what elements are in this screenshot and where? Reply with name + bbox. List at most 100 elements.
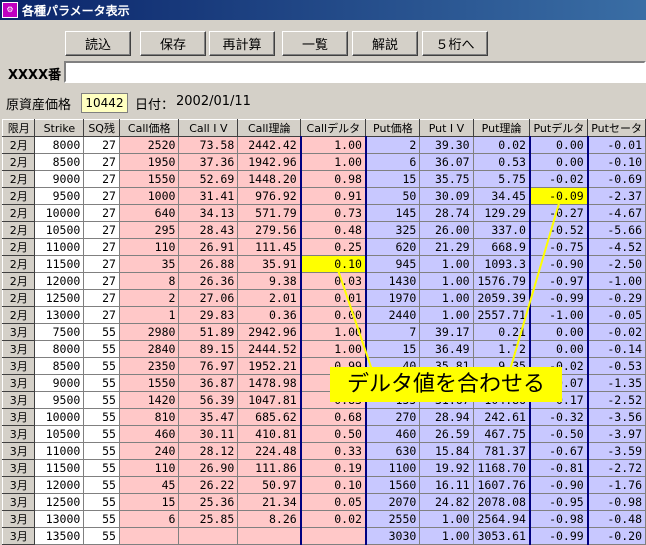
table-cell[interactable]: 1560 xyxy=(365,476,421,494)
table-cell[interactable]: 15 xyxy=(365,340,421,358)
table-cell[interactable]: 27 xyxy=(83,221,120,239)
table-cell[interactable]: 1.00 xyxy=(419,527,474,545)
table-cell[interactable]: 5.75 xyxy=(472,170,531,188)
table-cell[interactable]: -0.69 xyxy=(587,170,646,188)
table-cell[interactable]: 110 xyxy=(118,459,180,477)
table-cell[interactable]: 3月 xyxy=(2,476,36,494)
table-row[interactable]: 3月 12500 55 15 25.36 21.34 0.05 2070 24.82 2078.0… xyxy=(2,493,646,511)
table-cell[interactable]: -0.67 xyxy=(528,442,589,460)
table-row[interactable]: 3月 10000 55 810 35.47 685.62 0.68 270 28.94 242.6… xyxy=(2,408,646,426)
table-cell[interactable]: 460 xyxy=(118,425,180,443)
table-cell[interactable]: 55 xyxy=(83,476,120,494)
table-cell[interactable]: 34.45 xyxy=(472,187,531,205)
table-cell[interactable]: 12000 xyxy=(34,476,85,494)
table-cell[interactable]: 26.22 xyxy=(178,476,239,494)
table-cell[interactable]: -0.09 xyxy=(528,187,589,205)
table-cell[interactable]: -1.76 xyxy=(587,476,646,494)
table-cell[interactable]: 2月 xyxy=(2,238,36,256)
table-cell[interactable]: 3月 xyxy=(2,340,36,358)
table-cell[interactable]: 26.00 xyxy=(419,221,474,239)
table-cell[interactable]: 111.86 xyxy=(237,459,302,477)
table-cell[interactable]: 1.00 xyxy=(299,153,367,171)
table-cell[interactable]: 1448.20 xyxy=(237,170,302,188)
table-cell[interactable]: 26.90 xyxy=(178,459,239,477)
table-cell[interactable]: 1942.96 xyxy=(237,153,302,171)
table-cell[interactable]: 10500 xyxy=(34,425,85,443)
table-cell[interactable]: 0.00 xyxy=(528,323,589,341)
table-cell[interactable]: -0.20 xyxy=(587,527,646,545)
table-cell[interactable]: 620 xyxy=(365,238,421,256)
column-header[interactable]: Call理論 xyxy=(237,119,302,137)
table-cell[interactable]: 9000 xyxy=(34,170,85,188)
table-cell[interactable] xyxy=(118,527,180,545)
save-button[interactable]: 保存 xyxy=(140,31,206,56)
table-cell[interactable]: 0.25 xyxy=(299,238,367,256)
table-cell[interactable]: -3.97 xyxy=(587,425,646,443)
table-cell[interactable]: 810 xyxy=(118,408,180,426)
table-cell[interactable]: 29.83 xyxy=(178,306,239,324)
five-digit-button[interactable]: ５桁へ xyxy=(422,31,488,56)
table-cell[interactable]: 8000 xyxy=(34,136,85,154)
table-cell[interactable]: -3.56 xyxy=(587,408,646,426)
table-cell[interactable]: 28.94 xyxy=(419,408,474,426)
table-cell[interactable]: 36.49 xyxy=(419,340,474,358)
table-cell[interactable]: 10500 xyxy=(34,221,85,239)
table-cell[interactable]: 2月 xyxy=(2,255,36,273)
table-cell[interactable]: -5.66 xyxy=(587,221,646,239)
table-cell[interactable]: 0.00 xyxy=(528,153,589,171)
table-cell[interactable]: 2444.52 xyxy=(237,340,302,358)
column-header[interactable]: Put理論 xyxy=(472,119,531,137)
table-cell[interactable]: 11000 xyxy=(34,442,85,460)
table-cell[interactable]: 7 xyxy=(365,323,421,341)
table-cell[interactable]: 28.74 xyxy=(419,204,474,222)
explain-button[interactable]: 解説 xyxy=(352,31,418,56)
table-cell[interactable]: 8000 xyxy=(34,340,85,358)
table-cell[interactable]: 630 xyxy=(365,442,421,460)
table-cell[interactable]: 2550 xyxy=(365,510,421,528)
table-cell[interactable]: 2440 xyxy=(365,306,421,324)
table-cell[interactable]: 30.11 xyxy=(178,425,239,443)
table-row[interactable]: 2月 13000 27 1 29.83 0.36 0.00 2440 1.00 2557.71 -1… xyxy=(2,306,646,324)
table-cell[interactable]: 27 xyxy=(83,255,120,273)
table-cell[interactable]: 1970 xyxy=(365,289,421,307)
table-cell[interactable]: 9.38 xyxy=(237,272,302,290)
table-row[interactable]: 2月 8000 27 2520 73.58 2442.42 1.00 2 39.30 0.02 0.… xyxy=(2,136,646,154)
table-cell[interactable]: 28.43 xyxy=(178,221,239,239)
table-cell[interactable]: -4.52 xyxy=(587,238,646,256)
table-cell[interactable]: 2 xyxy=(118,289,180,307)
table-cell[interactable]: 2840 xyxy=(118,340,180,358)
table-cell[interactable]: 668.9 xyxy=(472,238,531,256)
table-cell[interactable]: 0.05 xyxy=(299,493,367,511)
table-cell[interactable]: -0.98 xyxy=(587,493,646,511)
table-cell[interactable]: -0.05 xyxy=(587,306,646,324)
table-cell[interactable]: 35.91 xyxy=(237,255,302,273)
table-cell[interactable]: 55 xyxy=(83,357,120,375)
table-cell[interactable]: 1100 xyxy=(365,459,421,477)
table-row[interactable]: 3月 11500 55 110 26.90 111.86 0.19 1100 19.92 1168… xyxy=(2,459,646,477)
table-cell[interactable]: 8.26 xyxy=(237,510,302,528)
table-row[interactable]: 2月 10500 27 295 28.43 279.56 0.48 325 26.00 337.0… xyxy=(2,221,646,239)
table-cell[interactable]: 3月 xyxy=(2,425,36,443)
table-cell[interactable]: 3月 xyxy=(2,357,36,375)
table-cell[interactable]: 1607.76 xyxy=(472,476,531,494)
table-cell[interactable]: 1093.3 xyxy=(472,255,531,273)
table-cell[interactable]: 1420 xyxy=(118,391,180,409)
table-cell[interactable]: 1168.70 xyxy=(472,459,531,477)
table-cell[interactable]: 26.59 xyxy=(419,425,474,443)
list-button[interactable]: 一覧 xyxy=(282,31,348,56)
table-cell[interactable]: 12000 xyxy=(34,272,85,290)
table-cell[interactable]: -1.35 xyxy=(587,374,646,392)
table-cell[interactable]: 1.72 xyxy=(472,340,531,358)
table-cell[interactable]: 110 xyxy=(118,238,180,256)
table-row[interactable]: 2月 8500 27 1950 37.36 1942.96 1.00 6 36.07 0.53 0.… xyxy=(2,153,646,171)
table-cell[interactable]: 2月 xyxy=(2,153,36,171)
table-cell[interactable]: -0.97 xyxy=(528,272,589,290)
table-cell[interactable]: 2月 xyxy=(2,221,36,239)
parameter-grid[interactable]: 限月 Strike SQ残 Call価格 Call I V Call理論 Callデルタ Pu… xyxy=(2,119,646,545)
table-cell[interactable]: -0.01 xyxy=(587,136,646,154)
table-cell[interactable]: 0.53 xyxy=(472,153,531,171)
table-cell[interactable]: 39.17 xyxy=(419,323,474,341)
table-cell[interactable]: 1430 xyxy=(365,272,421,290)
table-cell[interactable]: 3030 xyxy=(365,527,421,545)
table-cell[interactable]: 1550 xyxy=(118,170,180,188)
